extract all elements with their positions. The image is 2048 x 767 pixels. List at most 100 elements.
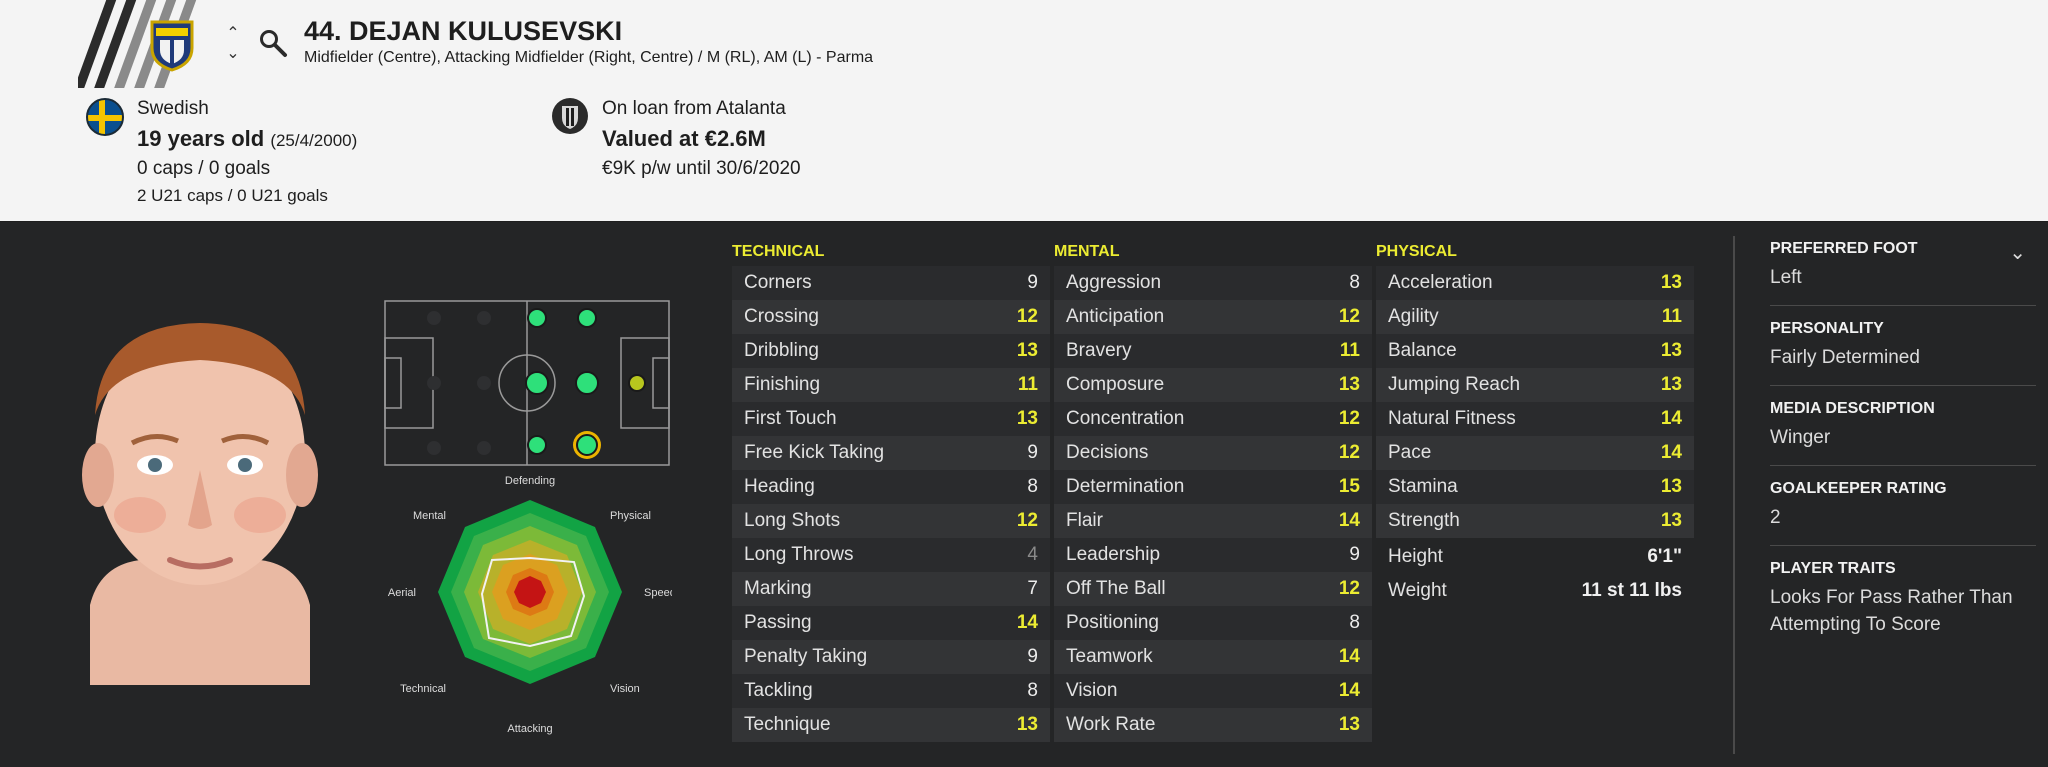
atalanta-badge-icon[interactable] [552,98,588,134]
attribute-label: Agility [1388,306,1439,327]
attribute-row[interactable]: Leadership 9 [1054,538,1372,572]
physical-title: PHYSICAL [1376,243,1457,260]
attribute-value: 7 [1027,578,1038,599]
player-header: ⌃ ⌄ 44. DEJAN KULUSEVSKI Midfielder (Cen… [0,0,2048,222]
attribute-value: 13 [1660,476,1682,497]
attribute-label: Corners [744,272,812,293]
goalkeeper-rating-block: GOALKEEPER RATING 2 [1770,480,2036,546]
attribute-value: 8 [1349,272,1360,293]
attribute-row[interactable]: Concentration 12 [1054,402,1372,436]
attribute-row[interactable]: Balance 13 [1376,334,1694,368]
personal-info: Swedish 19 years old (25/4/2000) 0 caps … [137,98,357,206]
attribute-row[interactable]: Composure 13 [1054,368,1372,402]
height-label: Height [1388,546,1443,567]
position-dot [527,435,547,455]
attribute-label: First Touch [744,408,837,429]
attribute-label: Heading [744,476,815,497]
attribute-row[interactable]: Free Kick Taking 9 [732,436,1050,470]
attribute-value: 14 [1660,408,1682,429]
attribute-value: 12 [1016,510,1038,531]
weight-row: Weight 11 st 11 lbs [1376,574,1694,608]
player-positions: Midfielder (Centre), Attacking Midfielde… [304,49,874,66]
attribute-row[interactable]: Determination 15 [1054,470,1372,504]
personality-value[interactable]: Fairly Determined [1770,344,2036,371]
attribute-row[interactable]: Technique 13 [732,708,1050,742]
attribute-value: 13 [1016,340,1038,361]
age-line: 19 years old (25/4/2000) [137,126,357,152]
panel-divider [1733,236,1735,754]
attribute-row[interactable]: Bravery 11 [1054,334,1372,368]
position-dot [628,374,646,392]
attribute-row[interactable]: Strength 13 [1376,504,1694,538]
age: 19 years old [137,126,265,151]
attribute-value: 9 [1027,442,1038,463]
height-row: Height 6'1" [1376,540,1694,574]
attribute-row[interactable]: Tackling 8 [732,674,1050,708]
position-dot [527,308,547,328]
attribute-row[interactable]: Natural Fitness 14 [1376,402,1694,436]
position-pitch[interactable] [384,300,670,466]
player-name: 44. DEJAN KULUSEVSKI [304,16,623,46]
attribute-row[interactable]: Dribbling 13 [732,334,1050,368]
attribute-row[interactable]: Long Shots 12 [732,504,1050,538]
attribute-row[interactable]: Work Rate 13 [1054,708,1372,742]
attribute-value: 13 [1338,714,1360,735]
attribute-label: Dribbling [744,340,819,361]
attribute-row[interactable]: Off The Ball 12 [1054,572,1372,606]
attribute-row[interactable]: Agility 11 [1376,300,1694,334]
attribute-value: 4 [1027,544,1038,565]
attribute-row[interactable]: Passing 14 [732,606,1050,640]
attribute-row[interactable]: Crossing 12 [732,300,1050,334]
attribute-row[interactable]: Anticipation 12 [1054,300,1372,334]
attribute-row[interactable]: Aggression 8 [1054,266,1372,300]
nationality[interactable]: Swedish [137,98,357,120]
attribute-row[interactable]: Marking 7 [732,572,1050,606]
attribute-value: 14 [1660,442,1682,463]
mental-attributes: MENTAL Aggression 8 Anticipation 12 Bravery 1… [1054,240,1372,742]
personality-label: PERSONALITY [1770,320,1884,337]
attribute-label: Technique [744,714,831,735]
attribute-row[interactable]: Long Throws 4 [732,538,1050,572]
player-trait-item[interactable]: Looks For Pass Rather Than Attempting To… [1770,584,2036,638]
attribute-row[interactable]: Pace 14 [1376,436,1694,470]
media-description-label: MEDIA DESCRIPTION [1770,400,1935,417]
attribute-row[interactable]: Corners 9 [732,266,1050,300]
radar-label-mental: Mental [413,510,446,522]
attribute-row[interactable]: Decisions 12 [1054,436,1372,470]
attribute-value: 11 [1339,340,1360,361]
attribute-label: Positioning [1066,612,1159,633]
attribute-value: 8 [1027,680,1038,701]
chevron-down-icon[interactable]: ⌄ [2009,240,2026,265]
attribute-label: Crossing [744,306,819,327]
preferred-foot-value: Left [1770,267,1802,288]
radar-label-speed: Speed [644,587,672,599]
attribute-value: 11 [1661,306,1682,327]
attribute-row[interactable]: Positioning 8 [1054,606,1372,640]
sweden-flag-icon[interactable] [86,98,124,136]
attribute-label: Aggression [1066,272,1162,293]
caps-goals: 0 caps / 0 goals [137,158,271,179]
attribute-row[interactable]: Penalty Taking 9 [732,640,1050,674]
club-badge-icon[interactable] [148,14,196,72]
attribute-row[interactable]: First Touch 13 [732,402,1050,436]
search-icon[interactable] [258,28,288,58]
attribute-row[interactable]: Flair 14 [1054,504,1372,538]
attribute-label: Off The Ball [1066,578,1166,599]
attribute-row[interactable]: Jumping Reach 13 [1376,368,1694,402]
attribute-value: 12 [1338,578,1360,599]
attribute-value: 13 [1660,510,1682,531]
attribute-label: Teamwork [1066,646,1153,667]
attribute-value: 9 [1027,272,1038,293]
attribute-label: Jumping Reach [1388,374,1521,395]
attribute-row[interactable]: Heading 8 [732,470,1050,504]
loan-status[interactable]: On loan from Atalanta [602,98,801,120]
up-down-chevron-icon[interactable]: ⌃ ⌄ [222,24,244,68]
attribute-label: Tackling [744,680,813,701]
attribute-row[interactable]: Finishing 11 [732,368,1050,402]
attribute-row[interactable]: Acceleration 13 [1376,266,1694,300]
attribute-label: Determination [1066,476,1185,497]
radar-label-aerial: Aerial [388,587,416,599]
attribute-row[interactable]: Vision 14 [1054,674,1372,708]
attribute-row[interactable]: Teamwork 14 [1054,640,1372,674]
attribute-row[interactable]: Stamina 13 [1376,470,1694,504]
